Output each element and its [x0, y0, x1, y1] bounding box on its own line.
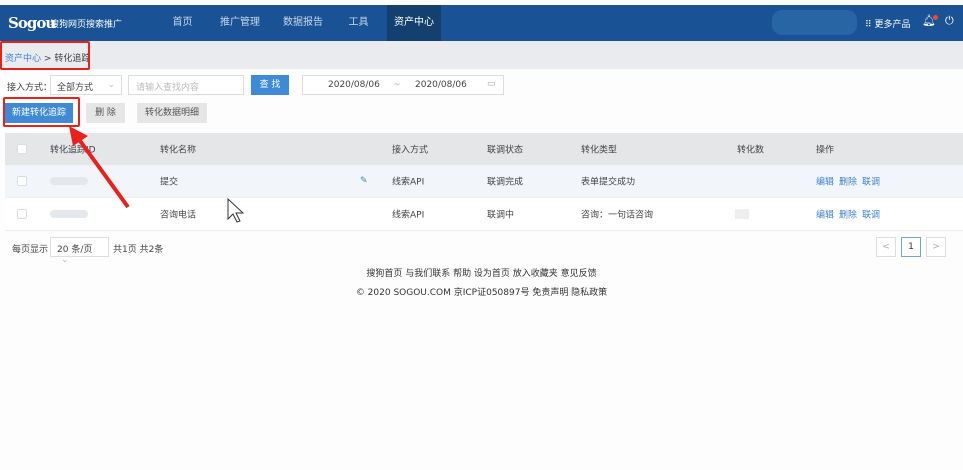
arrow-shaft: [76, 136, 130, 209]
mouse-cursor-icon: [227, 197, 245, 223]
arrow-head: [69, 126, 88, 146]
annotation-arrow: [69, 126, 245, 223]
